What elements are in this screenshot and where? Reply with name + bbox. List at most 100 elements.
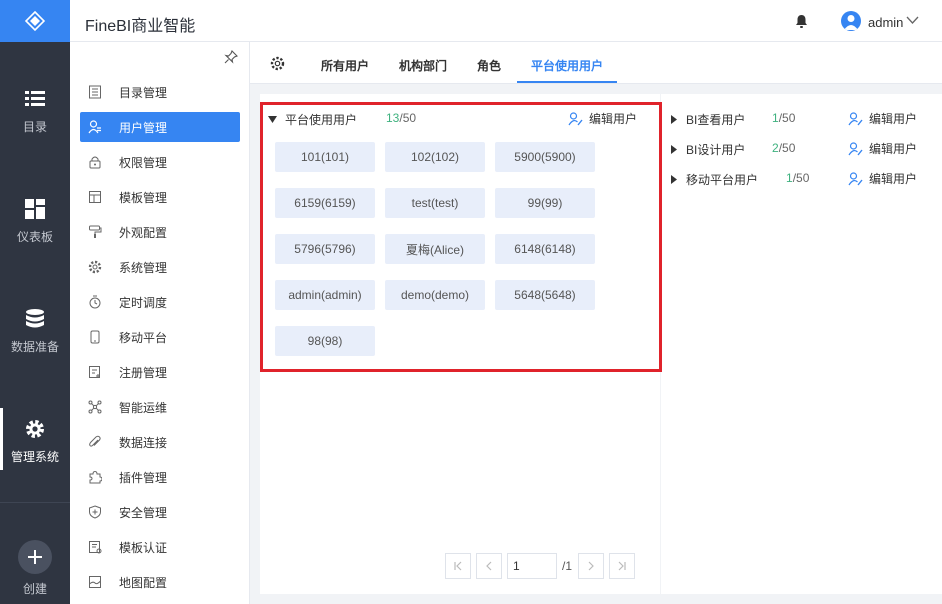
dashboard-icon [25,199,45,219]
group-count: 1/50 [772,111,795,125]
sidebar-item-map[interactable]: 地图配置 [80,567,240,597]
rail-divider [0,502,70,503]
primary-nav-rail: 目录 仪表板 数据准备 管理系统 创建 [0,0,70,604]
create-button[interactable]: 创建 [0,540,70,597]
template-icon [88,190,102,204]
group-header-mobile[interactable]: 移动平台用户 [671,171,758,188]
settings-icon[interactable] [270,56,285,71]
group-name: BI设计用户 [686,143,746,157]
rail-item-label: 数据准备 [10,340,59,354]
sidebar-item-security[interactable]: 安全管理 [80,497,240,527]
triangle-right-icon [671,175,677,184]
chevron-right-icon [588,561,594,571]
sidebar-item-scheduler[interactable]: 定时调度 [80,287,240,317]
edit-user-icon [848,111,863,125]
sidebar-item-label: 数据连接 [119,435,168,450]
sidebar-item-label: 模板认证 [119,540,168,555]
certificate-icon [88,540,102,554]
edit-users-label: 编辑用户 [869,172,918,186]
sidebar-item-label: 系统管理 [119,260,168,275]
edit-users-button[interactable]: 编辑用户 [848,140,917,157]
triangle-right-icon [671,145,677,154]
tab-bar: 所有用户 机构部门 角色 平台使用用户 [250,42,942,84]
edit-users-label: 编辑用户 [869,142,918,156]
first-page-icon [454,561,462,571]
sidebar-item-template-cert[interactable]: 模板认证 [80,532,240,562]
sidebar-item-mobile[interactable]: 移动平台 [80,322,240,352]
sidebar-item-label: 权限管理 [119,155,168,170]
other-groups-panel [661,94,942,594]
app-title: FineBI商业智能 [85,18,196,35]
used-count: 2 [772,141,779,155]
next-page-button[interactable] [578,553,604,579]
admin-sidebar: 目录管理 用户管理 权限管理 模板管理 外观配置 系统管理 定时调度 移动平台 [70,42,250,604]
edit-users-button[interactable]: 编辑用户 [848,170,917,187]
admin-menu: 目录管理 用户管理 权限管理 模板管理 外观配置 系统管理 定时调度 移动平台 [80,77,240,602]
bell-icon[interactable] [795,14,808,28]
settings-icon [88,260,102,274]
sidebar-item-permissions[interactable]: 权限管理 [80,147,240,177]
paint-roller-icon [88,225,102,239]
sidebar-item-label: 模板管理 [119,190,168,205]
group-name: 移动平台用户 [686,173,759,187]
sidebar-item-registration[interactable]: 注册管理 [80,357,240,387]
tab-platform-users[interactable]: 平台使用用户 [531,57,603,74]
shield-icon [88,505,102,519]
last-page-button[interactable] [609,553,635,579]
group-header-bi-designer[interactable]: BI设计用户 [671,141,745,158]
puzzle-icon [88,470,102,484]
sidebar-item-system[interactable]: 系统管理 [80,252,240,282]
tab-all-users[interactable]: 所有用户 [321,57,369,74]
tab-departments[interactable]: 机构部门 [399,57,447,74]
finebi-logo[interactable] [0,0,70,42]
user-name[interactable]: admin [868,15,903,30]
mobile-icon [88,330,102,344]
sidebar-item-label: 地图配置 [119,575,168,590]
logo-icon [25,11,45,31]
sidebar-item-catalog[interactable]: 目录管理 [80,77,240,107]
sidebar-item-label: 目录管理 [119,85,168,100]
page-input[interactable] [507,553,557,579]
tab-roles[interactable]: 角色 [477,57,501,74]
active-tab-indicator [517,81,617,83]
pin-icon[interactable] [224,50,238,64]
create-label: 创建 [22,582,47,596]
total-count: /50 [792,171,810,185]
edit-user-icon [848,171,863,185]
user-icon [88,120,102,134]
used-count: 1 [772,111,779,125]
top-header: FineBI商业智能 admin [70,0,942,42]
rail-item-admin[interactable]: 管理系统 [0,408,70,470]
rail-item-data-prep[interactable]: 数据准备 [0,308,70,355]
chevron-down-icon[interactable] [906,16,919,25]
triangle-right-icon [671,115,677,124]
avatar[interactable] [841,11,861,31]
sidebar-item-ops[interactable]: 智能运维 [80,392,240,422]
total-count: /50 [778,141,796,155]
paperclip-icon [88,435,102,449]
sidebar-item-templates[interactable]: 模板管理 [80,182,240,212]
rail-item-catalog[interactable]: 目录 [0,88,70,135]
prev-page-button[interactable] [476,553,502,579]
first-page-button[interactable] [445,553,471,579]
last-page-icon [618,561,626,571]
sidebar-item-appearance[interactable]: 外观配置 [80,217,240,247]
total-count: /50 [778,111,796,125]
edit-users-label: 编辑用户 [869,112,918,126]
timer-icon [88,295,102,309]
sidebar-item-label: 智能运维 [119,400,168,415]
sidebar-item-label: 用户管理 [119,120,168,135]
sidebar-item-data-connection[interactable]: 数据连接 [80,427,240,457]
rail-item-label: 仪表板 [16,230,53,244]
sidebar-item-users[interactable]: 用户管理 [80,112,240,142]
sidebar-item-label: 安全管理 [119,505,168,520]
rail-item-label: 目录 [22,120,47,134]
edit-users-button[interactable]: 编辑用户 [848,110,917,127]
group-count: 1/50 [786,171,809,185]
sidebar-item-label: 插件管理 [119,470,168,485]
group-header-bi-viewer[interactable]: BI查看用户 [671,111,745,128]
rail-item-dashboard[interactable]: 仪表板 [0,198,70,245]
pagination: /1 [250,553,942,579]
database-icon [26,309,44,328]
sidebar-item-plugins[interactable]: 插件管理 [80,462,240,492]
